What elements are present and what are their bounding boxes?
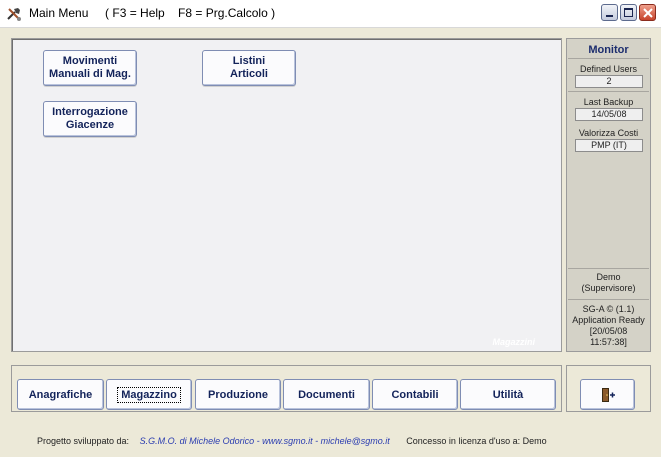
module-nav-bar: Anagrafiche Magazzino Produzione Documen…	[11, 365, 562, 412]
monitor-divider	[568, 299, 649, 300]
movimenti-manuali-label: Movimenti Manuali di Mag.	[49, 55, 131, 80]
exit-button[interactable]	[580, 379, 635, 410]
defined-users-value: 2	[575, 75, 643, 88]
minimize-button[interactable]	[601, 4, 618, 21]
window-title: Main Menu ( F3 = Help F8 = Prg.Calcolo )	[29, 6, 276, 20]
user-role: (Supervisore)	[581, 283, 636, 293]
footer-credit[interactable]: S.G.M.O. di Michele Odorico - www.sgmo.i…	[140, 436, 390, 446]
monitor-divider	[568, 91, 649, 92]
valorizza-costi-label: Valorizza Costi	[578, 128, 639, 138]
exit-door-icon	[601, 387, 615, 402]
listini-articoli-button[interactable]: Listini Articoli	[202, 50, 296, 86]
footer: Progetto sviluppato da: S.G.M.O. di Mich…	[37, 436, 547, 446]
title-bar: Main Menu ( F3 = Help F8 = Prg.Calcolo )	[0, 0, 661, 28]
interrogazione-giacenze-label: Interrogazione Giacenze	[52, 106, 128, 131]
monitor-divider	[568, 268, 649, 269]
nav-documenti-label: Documenti	[298, 388, 355, 401]
close-button[interactable]	[639, 4, 656, 21]
app-date: [20/05/08	[589, 326, 628, 336]
listini-articoli-label: Listini Articoli	[230, 55, 268, 80]
valorizza-costi-value: PMP (IT)	[575, 139, 643, 152]
monitor-panel: Monitor Defined Users 2 Last Backup 14/0…	[566, 38, 651, 352]
maximize-icon	[624, 8, 633, 17]
last-backup-value: 14/05/08	[575, 108, 643, 121]
nav-contabili-button[interactable]: Contabili	[372, 379, 458, 410]
nav-anagrafiche-label: Anagrafiche	[28, 388, 93, 401]
nav-documenti-button[interactable]: Documenti	[283, 379, 370, 410]
nav-contabili-label: Contabili	[391, 388, 439, 401]
footer-prefix: Progetto sviluppato da:	[37, 436, 130, 446]
movimenti-manuali-button[interactable]: Movimenti Manuali di Mag.	[43, 50, 137, 86]
app-time: 11:57:38]	[590, 337, 627, 347]
main-panel: Movimenti Manuali di Mag. Listini Artico…	[11, 38, 562, 352]
interrogazione-giacenze-button[interactable]: Interrogazione Giacenze	[43, 101, 137, 137]
nav-anagrafiche-button[interactable]: Anagrafiche	[17, 379, 104, 410]
monitor-title: Monitor	[588, 44, 629, 56]
defined-users-label: Defined Users	[579, 64, 638, 74]
user-name: Demo	[596, 272, 621, 282]
app-status: Application Ready	[572, 315, 645, 325]
app-version: SG-A © (1.1)	[582, 304, 635, 314]
footer-license: Concesso in licenza d'uso a: Demo	[406, 436, 547, 446]
app-tools-icon	[7, 8, 21, 21]
nav-magazzino-label: Magazzino	[117, 386, 181, 403]
maximize-button[interactable]	[620, 4, 637, 21]
nav-magazzino-button[interactable]: Magazzino	[106, 379, 192, 410]
nav-utilita-label: Utilità	[492, 388, 524, 401]
nav-utilita-button[interactable]: Utilità	[460, 379, 556, 410]
last-backup-label: Last Backup	[583, 97, 634, 107]
monitor-divider	[568, 58, 649, 59]
nav-produzione-label: Produzione	[208, 388, 268, 401]
nav-produzione-button[interactable]: Produzione	[195, 379, 281, 410]
minimize-icon	[606, 15, 613, 17]
section-label: Magazzini	[492, 337, 535, 347]
close-icon	[643, 8, 653, 18]
exit-panel	[566, 365, 651, 412]
